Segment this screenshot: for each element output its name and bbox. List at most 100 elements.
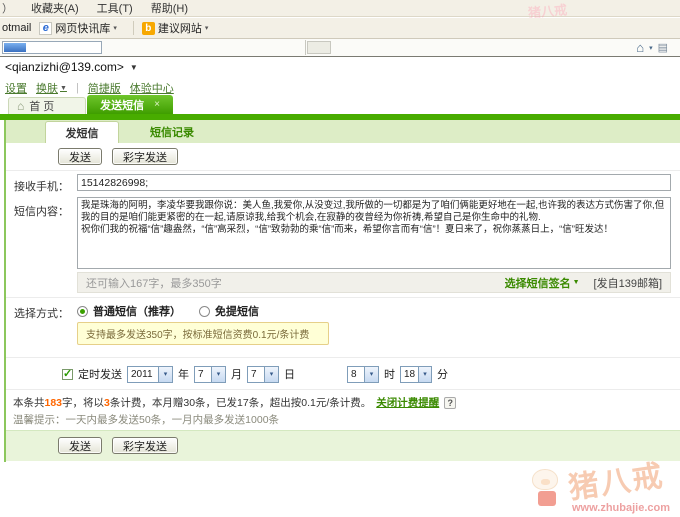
bottom-button-row: 发送 彩字发送 — [58, 437, 178, 454]
home-icon: ⌂ — [17, 99, 25, 113]
message-paragraph: 我是珠海的阿明，李凌华要我跟你说：美人鱼,我爱你,从没变过,我所做的一切都是为了… — [81, 200, 665, 223]
menu-cutoff-text: ） — [2, 3, 13, 15]
quick-search-box[interactable] — [2, 41, 102, 54]
chevron-down-icon: ▾ — [364, 366, 378, 382]
daily-limit-notice: 温馨提示：一天内最多发送50条，一月内最多发送1000条 — [13, 414, 280, 426]
nav-separator: | — [75, 82, 79, 94]
billing-text: 字，将以 — [62, 397, 105, 409]
account-email[interactable]: <qianzizhi@139.com> — [5, 60, 124, 74]
menu-tools[interactable]: 工具(T) — [97, 0, 133, 16]
nav-simple-version[interactable]: 简捷版 — [88, 80, 121, 96]
webslice-label: 网页快讯库 — [55, 23, 111, 35]
schedule-label[interactable]: 定时发送 — [78, 366, 122, 382]
tab-send-sms[interactable]: 发送短信 × — [87, 95, 173, 114]
chevron-down-icon: ▾ — [264, 366, 278, 382]
help-icon[interactable]: ? — [444, 396, 457, 409]
fee-tip-box: 支持最多发送350字，按标准短信资费0.1元/条计费 — [77, 322, 329, 345]
divider — [6, 297, 680, 298]
counter-bar: 还可输入167字，最多350字 选择短信签名 ▼ [发自139邮箱] — [77, 272, 671, 293]
divider — [6, 357, 680, 358]
browser-commandbar: otmail e 网页快讯库 ▾ b 建议网站 ▾ — [0, 18, 680, 39]
tab-sms-history[interactable]: 短信记录 — [119, 121, 225, 143]
billing-info: 本条共 183 字，将以 3 条计费，本月赠30条，已发17条，超出按0.1元/… — [13, 395, 457, 410]
top-nav: 设置 换肤 ▼ | 简捷版 体验中心 — [5, 80, 174, 96]
sent-from-tag: [发自139邮箱] — [593, 277, 662, 290]
hotmail-button[interactable]: otmail — [2, 22, 31, 34]
radio-normal-sms[interactable] — [77, 305, 88, 317]
radio-normal-sms-label[interactable]: 普通短信（推荐） — [93, 303, 181, 319]
method-label: 选择方式： — [14, 308, 69, 320]
close-icon[interactable]: × — [154, 99, 160, 110]
account-row: <qianzizhi@139.com> ▼ — [5, 60, 138, 74]
color-send-button[interactable]: 彩字发送 — [112, 437, 178, 454]
tab-separator — [305, 40, 306, 55]
tab-compose-sms[interactable]: 发短信 — [45, 121, 119, 143]
divider — [6, 170, 680, 171]
year-unit: 年 — [178, 369, 189, 381]
watermark-site: www.zhubajie.com — [572, 502, 670, 514]
chevron-down-icon: ▾ — [211, 366, 225, 382]
chevron-down-icon[interactable]: ▾ — [649, 44, 653, 52]
chevron-down-icon[interactable]: ▼ — [130, 63, 138, 72]
content-left-border — [4, 120, 6, 462]
color-send-button[interactable]: 彩字发送 — [112, 148, 178, 165]
hour-select[interactable]: 8 ▾ — [347, 365, 379, 383]
radio-handsfree-sms[interactable] — [199, 305, 210, 317]
chevron-down-icon: ▾ — [158, 366, 172, 382]
hotmail-label: otmail — [2, 22, 32, 34]
toolbar-separator — [132, 21, 134, 35]
minute-unit: 分 — [437, 369, 448, 381]
recipient-input[interactable] — [77, 174, 671, 191]
radio-handsfree-sms-label[interactable]: 免提短信 — [215, 303, 259, 319]
browser-tabrow: ⌂ ▾ ▤ — [0, 39, 680, 57]
billing-char-count: 183 — [44, 396, 63, 409]
message-textarea[interactable]: 我是珠海的阿明，李凌华要我跟你说：美人鱼,我爱你,从没变过,我所做的一切都是为了… — [77, 197, 671, 269]
menu-help[interactable]: 帮助(H) — [151, 0, 188, 16]
day-unit: 日 — [284, 369, 295, 381]
chevron-down-icon: ▼ — [60, 84, 67, 92]
content-tabs: 发短信 短信记录 — [6, 120, 680, 143]
schedule-checkbox[interactable]: ✓ — [62, 367, 73, 380]
new-tab-button[interactable] — [307, 41, 331, 54]
nav-settings[interactable]: 设置 — [5, 80, 27, 96]
chevron-down-icon: ▾ — [418, 366, 431, 382]
sms-compose-screen: ） 收藏夹(A) 工具(T) 帮助(H) 猪八戒 otmail e 网页快讯库 … — [0, 0, 680, 517]
send-button[interactable]: 发送 — [58, 437, 102, 454]
minute-select[interactable]: 18 ▾ — [400, 365, 432, 383]
chevron-down-icon: ▾ — [204, 25, 209, 32]
hour-unit: 时 — [384, 369, 395, 381]
month-select[interactable]: 7 ▾ — [194, 365, 226, 383]
method-options: 普通短信（推荐） 免提短信 — [77, 303, 259, 319]
feeds-icon[interactable]: ▤ — [658, 41, 668, 54]
counter-right-group: 选择短信签名 ▼ [发自139邮箱] — [505, 275, 662, 291]
hour-value: 8 — [351, 368, 357, 380]
signature-link[interactable]: 选择短信签名 ▼ — [505, 275, 580, 291]
suggested-sites-button[interactable]: b 建议网站 ▾ — [141, 20, 209, 36]
message-paragraph: 祝你们我的祝福“信”趣盎然，“信”高采烈，“信”致勃勃的乘“信”而来，希望你言而… — [81, 224, 613, 235]
signature-link-label: 选择短信签名 — [504, 277, 571, 290]
home-icon[interactable]: ⌂ — [636, 40, 644, 55]
browser-menubar: ） 收藏夹(A) 工具(T) 帮助(H) — [0, 0, 680, 17]
recipient-label: 接收手机： — [14, 181, 69, 193]
suggested-sites-label: 建议网站 — [157, 23, 202, 35]
year-select[interactable]: 2011 ▾ — [127, 365, 173, 383]
send-button[interactable]: 发送 — [58, 148, 102, 165]
chevron-down-icon: ▼ — [572, 279, 580, 286]
nav-skin[interactable]: 换肤 ▼ — [36, 80, 67, 96]
nav-skin-label: 换肤 — [36, 83, 58, 95]
month-value: 7 — [198, 368, 204, 380]
nav-experience-center[interactable]: 体验中心 — [130, 80, 174, 96]
month-unit: 月 — [231, 369, 242, 381]
message-label: 短信内容： — [14, 206, 69, 218]
menu-favorites[interactable]: 收藏夹(A) — [31, 0, 79, 16]
check-icon: ✓ — [63, 367, 73, 380]
tab-home[interactable]: ⌂ 首 页 — [8, 97, 86, 114]
webslice-button[interactable]: e 网页快讯库 ▾ — [39, 20, 117, 36]
schedule-row: ✓ 定时发送 2011 ▾ 年 7 ▾ 月 7 ▾ 日 8 ▾ 时 18 ▾ 分 — [62, 365, 448, 383]
year-value: 2011 — [131, 368, 153, 380]
billing-text: 条计费，本月赠30条，已发17条，超出按0.1元/条计费。 — [109, 397, 372, 409]
close-billing-reminder-link[interactable]: 关闭计费提醒 — [376, 395, 439, 410]
day-select[interactable]: 7 ▾ — [247, 365, 279, 383]
bing-icon: b — [141, 21, 155, 35]
day-value: 7 — [251, 368, 257, 380]
